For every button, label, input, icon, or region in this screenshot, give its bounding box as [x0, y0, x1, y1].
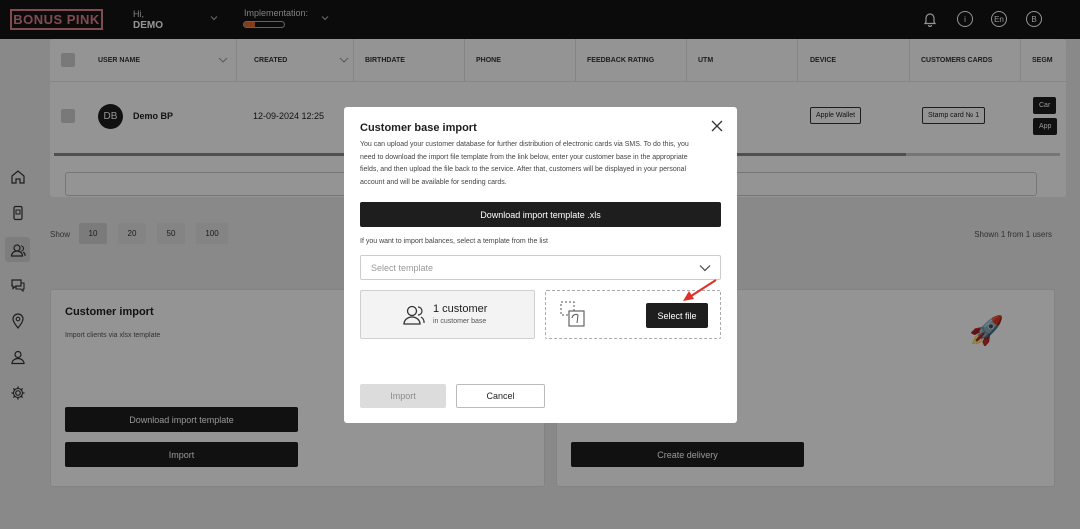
modal-title: Customer base import [360, 122, 477, 134]
customer-count-box: 1 customer in customer base [360, 290, 535, 339]
annotation-arrow-icon [683, 279, 717, 301]
customer-count: 1 customer [433, 303, 488, 315]
modal-description: You can upload your customer database fo… [360, 141, 689, 186]
download-xls-template-button[interactable]: Download import template .xls [360, 202, 721, 227]
customer-import-modal: Customer base import You can upload your… [344, 107, 737, 423]
customer-icon [403, 305, 425, 325]
modal-import-button[interactable]: Import [360, 384, 446, 408]
select-file-button[interactable]: Select file [646, 303, 708, 328]
close-icon[interactable] [711, 120, 723, 132]
template-select-placeholder: Select template [371, 263, 434, 273]
template-select[interactable]: Select template [360, 255, 721, 280]
chevron-down-icon[interactable] [699, 263, 711, 273]
balances-hint: If you want to import balances, select a… [360, 238, 548, 245]
modal-cancel-button[interactable]: Cancel [456, 384, 545, 408]
file-upload-icon [560, 301, 585, 327]
customer-count-sub: in customer base [433, 318, 487, 325]
